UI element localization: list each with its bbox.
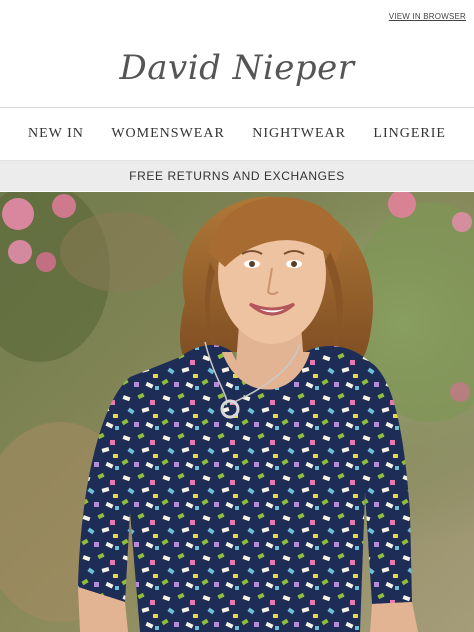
view-in-browser-link[interactable]: VIEW IN BROWSER: [389, 12, 466, 21]
brand-logo[interactable]: David Nieper: [119, 48, 354, 88]
hero-image[interactable]: [0, 192, 474, 632]
logo-area: David Nieper: [0, 30, 474, 105]
nav-item-nightwear[interactable]: NIGHTWEAR: [252, 126, 346, 142]
top-bar: VIEW IN BROWSER: [0, 0, 474, 30]
main-nav: NEW IN WOMENSWEAR NIGHTWEAR LINGERIE: [0, 107, 474, 160]
nav-item-lingerie[interactable]: LINGERIE: [373, 126, 446, 142]
promo-banner[interactable]: FREE RETURNS AND EXCHANGES: [0, 160, 474, 191]
nav-item-womenswear[interactable]: WOMENSWEAR: [111, 126, 224, 142]
hero-illustration: [0, 192, 474, 632]
nav-item-new-in[interactable]: NEW IN: [28, 126, 84, 142]
promo-text: FREE RETURNS AND EXCHANGES: [129, 169, 345, 183]
